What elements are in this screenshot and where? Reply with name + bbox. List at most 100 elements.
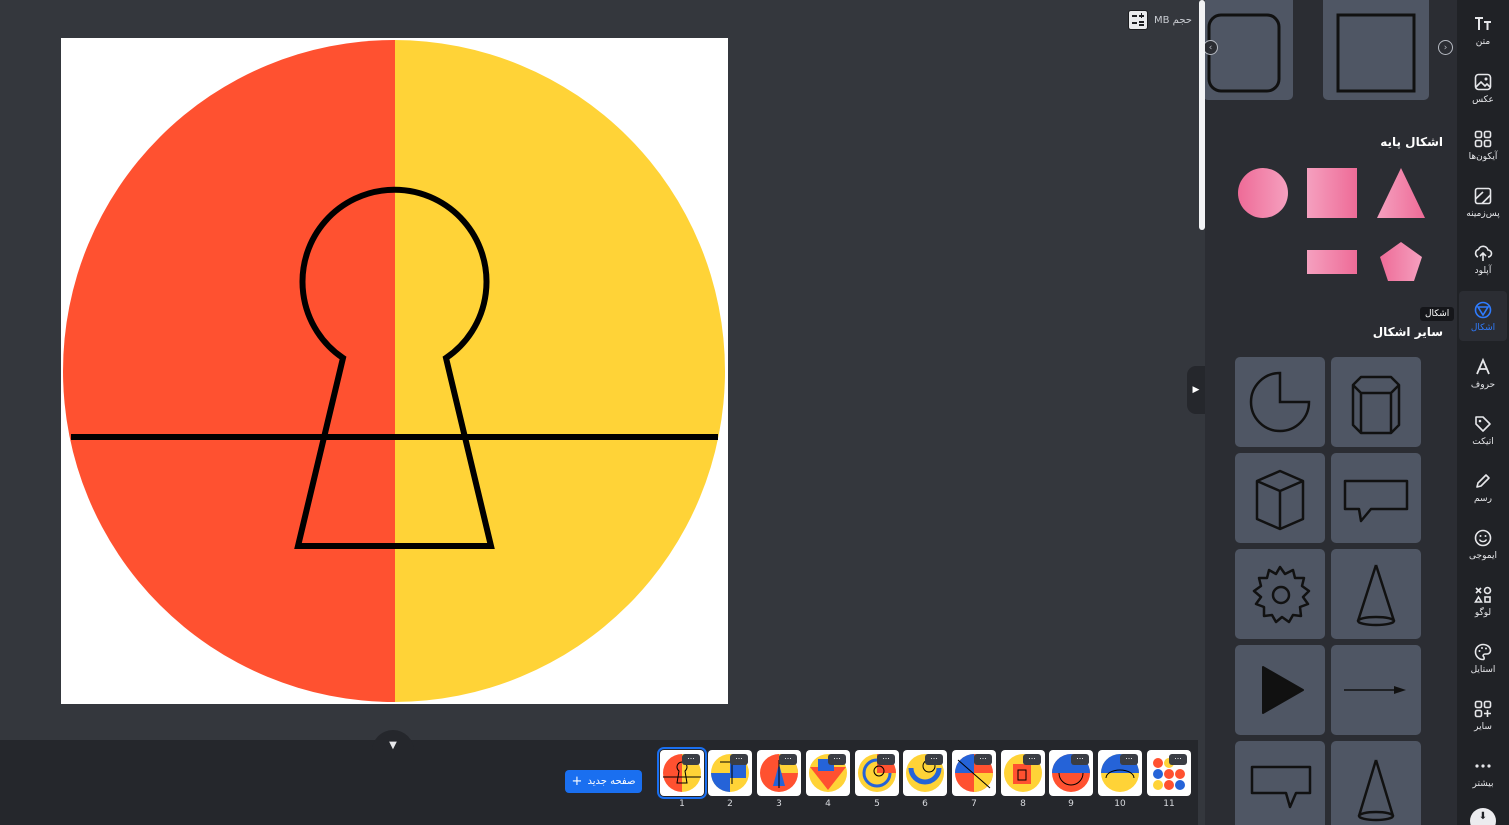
page-number: 3 — [776, 799, 782, 809]
pie-chart-icon — [1249, 371, 1311, 433]
file-size-indicator[interactable]: حجم MB — [1128, 10, 1192, 30]
keyhole-design[interactable] — [61, 38, 728, 704]
shape-hexagonal-prism[interactable] — [1331, 357, 1421, 447]
shape-rectangle[interactable] — [1307, 250, 1357, 274]
rail-item-shapes[interactable]: اشکال — [1459, 291, 1507, 341]
page-more-button[interactable]: ... — [974, 753, 992, 765]
chevron-down-icon: ▼ — [389, 739, 397, 751]
square-outline-icon — [1336, 13, 1416, 93]
rail-item-draw[interactable]: رسم — [1459, 462, 1507, 512]
page-number: 11 — [1163, 799, 1175, 809]
chevron-left-icon: ‹ — [1208, 42, 1213, 53]
page-more-button[interactable]: ... — [877, 753, 895, 765]
shape-gear[interactable] — [1235, 549, 1325, 639]
page-more-button[interactable]: ... — [682, 753, 700, 765]
shape-triangle[interactable] — [1377, 168, 1425, 218]
rail-item-upload[interactable]: آپلود — [1459, 234, 1507, 284]
logo-icon — [1474, 586, 1492, 603]
page-thumbnail[interactable]: ... — [903, 750, 947, 796]
page-number: 8 — [1020, 799, 1026, 809]
new-page-button[interactable]: صفحه جدید + — [565, 770, 642, 793]
shape-rounded-square-outline[interactable] — [1205, 0, 1293, 100]
shape-circle[interactable] — [1238, 168, 1288, 218]
shapes-icon — [1474, 301, 1492, 318]
calculator-icon — [1128, 10, 1148, 30]
page-thumbnail[interactable]: ... — [757, 750, 801, 796]
page-more-button[interactable]: ... — [730, 753, 748, 765]
panel-toggle-button[interactable]: ▶ — [1187, 366, 1205, 414]
upload-icon — [1474, 245, 1493, 261]
page-thumbnail[interactable]: ... — [855, 750, 899, 796]
rail-item-other[interactable]: سایر — [1459, 690, 1507, 740]
cone-icon — [1356, 564, 1396, 627]
design-left-half — [63, 40, 395, 702]
shape-square[interactable] — [1307, 168, 1357, 218]
background-icon — [1474, 187, 1492, 204]
rounded-square-outline-icon — [1207, 13, 1281, 93]
page-more-button[interactable]: ... — [828, 753, 846, 765]
rail-item-icons[interactable]: آیکون‌ها — [1459, 120, 1507, 170]
page-number: 9 — [1068, 799, 1074, 809]
rail-item-label: بیشتر — [1472, 778, 1494, 789]
arrow-icon — [1344, 686, 1406, 694]
rail-item-photo[interactable]: عکس — [1459, 63, 1507, 113]
hexagonal-prism-icon — [1351, 375, 1401, 435]
page-thumbnail[interactable]: ... — [1049, 750, 1093, 796]
palette-icon — [1474, 643, 1492, 660]
rail-item-tag[interactable]: اتیکت — [1459, 405, 1507, 455]
page-number: 1 — [679, 799, 685, 809]
rail-item-label: متن — [1475, 36, 1491, 47]
plus-icon: + — [571, 773, 583, 789]
page-thumbnail[interactable]: ... — [952, 750, 996, 796]
canvas-workspace[interactable]: حجم MB — [0, 0, 1198, 740]
page-thumbnail[interactable]: ... — [806, 750, 850, 796]
rail-item-more[interactable]: بیشتر — [1459, 747, 1507, 797]
page-more-button[interactable]: ... — [1120, 753, 1138, 765]
rail-item-text[interactable]: متن — [1459, 5, 1507, 55]
shape-cube[interactable] — [1235, 453, 1325, 543]
page-thumbnail[interactable]: ... — [708, 750, 752, 796]
shape-arrow[interactable] — [1331, 645, 1421, 735]
carousel-next-button[interactable]: › — [1438, 40, 1453, 55]
shape-cone-2[interactable] — [1331, 741, 1421, 825]
rail-item-label: حروف — [1470, 379, 1496, 390]
rail-item-label: ایموجی — [1469, 550, 1497, 561]
page-more-button[interactable]: ... — [1071, 753, 1089, 765]
rail-item-style[interactable]: استایل — [1459, 633, 1507, 683]
page-more-button[interactable]: ... — [1023, 753, 1041, 765]
page-thumbnail[interactable]: ... — [1147, 750, 1191, 796]
shape-pie-chart[interactable] — [1235, 357, 1325, 447]
design-artboard[interactable] — [61, 38, 728, 704]
rail-item-label: اشکال — [1470, 322, 1496, 333]
arrow-down-icon: ⬇ — [1478, 811, 1488, 822]
shape-play-triangle[interactable] — [1235, 645, 1325, 735]
page-thumbnail[interactable]: ... — [657, 747, 707, 799]
page-more-button[interactable]: ... — [779, 753, 797, 765]
page-thumbnail[interactable]: ... — [1001, 750, 1045, 796]
rail-item-label: رسم — [1474, 493, 1492, 504]
icons-grid-icon — [1474, 130, 1492, 147]
chevron-right-icon: › — [1443, 42, 1448, 53]
page-more-button[interactable]: ... — [925, 753, 943, 765]
page-number: 10 — [1114, 799, 1126, 809]
page-more-button[interactable]: ... — [1169, 753, 1187, 765]
rail-item-label: اتیکت — [1472, 436, 1494, 447]
shape-square-outline[interactable] — [1323, 0, 1429, 100]
other-shapes-title: سایر اشکال — [1372, 325, 1443, 339]
page-thumbnail[interactable]: ... — [1098, 750, 1142, 796]
rail-item-label: سایر — [1474, 721, 1492, 732]
shape-cone[interactable] — [1331, 549, 1421, 639]
shape-speech-bubble[interactable] — [1331, 453, 1421, 543]
chevron-right-icon: ▶ — [1192, 385, 1200, 395]
rail-item-label: آیکون‌ها — [1468, 151, 1498, 162]
tools-rail: متن عکس آیکون‌ها پس‌زمینه آپلود اشکال حر… — [1457, 0, 1509, 825]
rail-item-emoji[interactable]: ایموجی — [1459, 519, 1507, 569]
rail-item-background[interactable]: پس‌زمینه — [1459, 177, 1507, 227]
rail-item-letters[interactable]: حروف — [1459, 348, 1507, 398]
shape-speech-bubble-2[interactable] — [1235, 741, 1325, 825]
page-number: 2 — [727, 799, 733, 809]
rail-item-label: آپلود — [1474, 265, 1492, 276]
shape-pentagon[interactable] — [1380, 242, 1422, 281]
rail-item-logo[interactable]: لوگو — [1459, 576, 1507, 626]
shapes-tooltip: اشکال — [1420, 307, 1455, 321]
